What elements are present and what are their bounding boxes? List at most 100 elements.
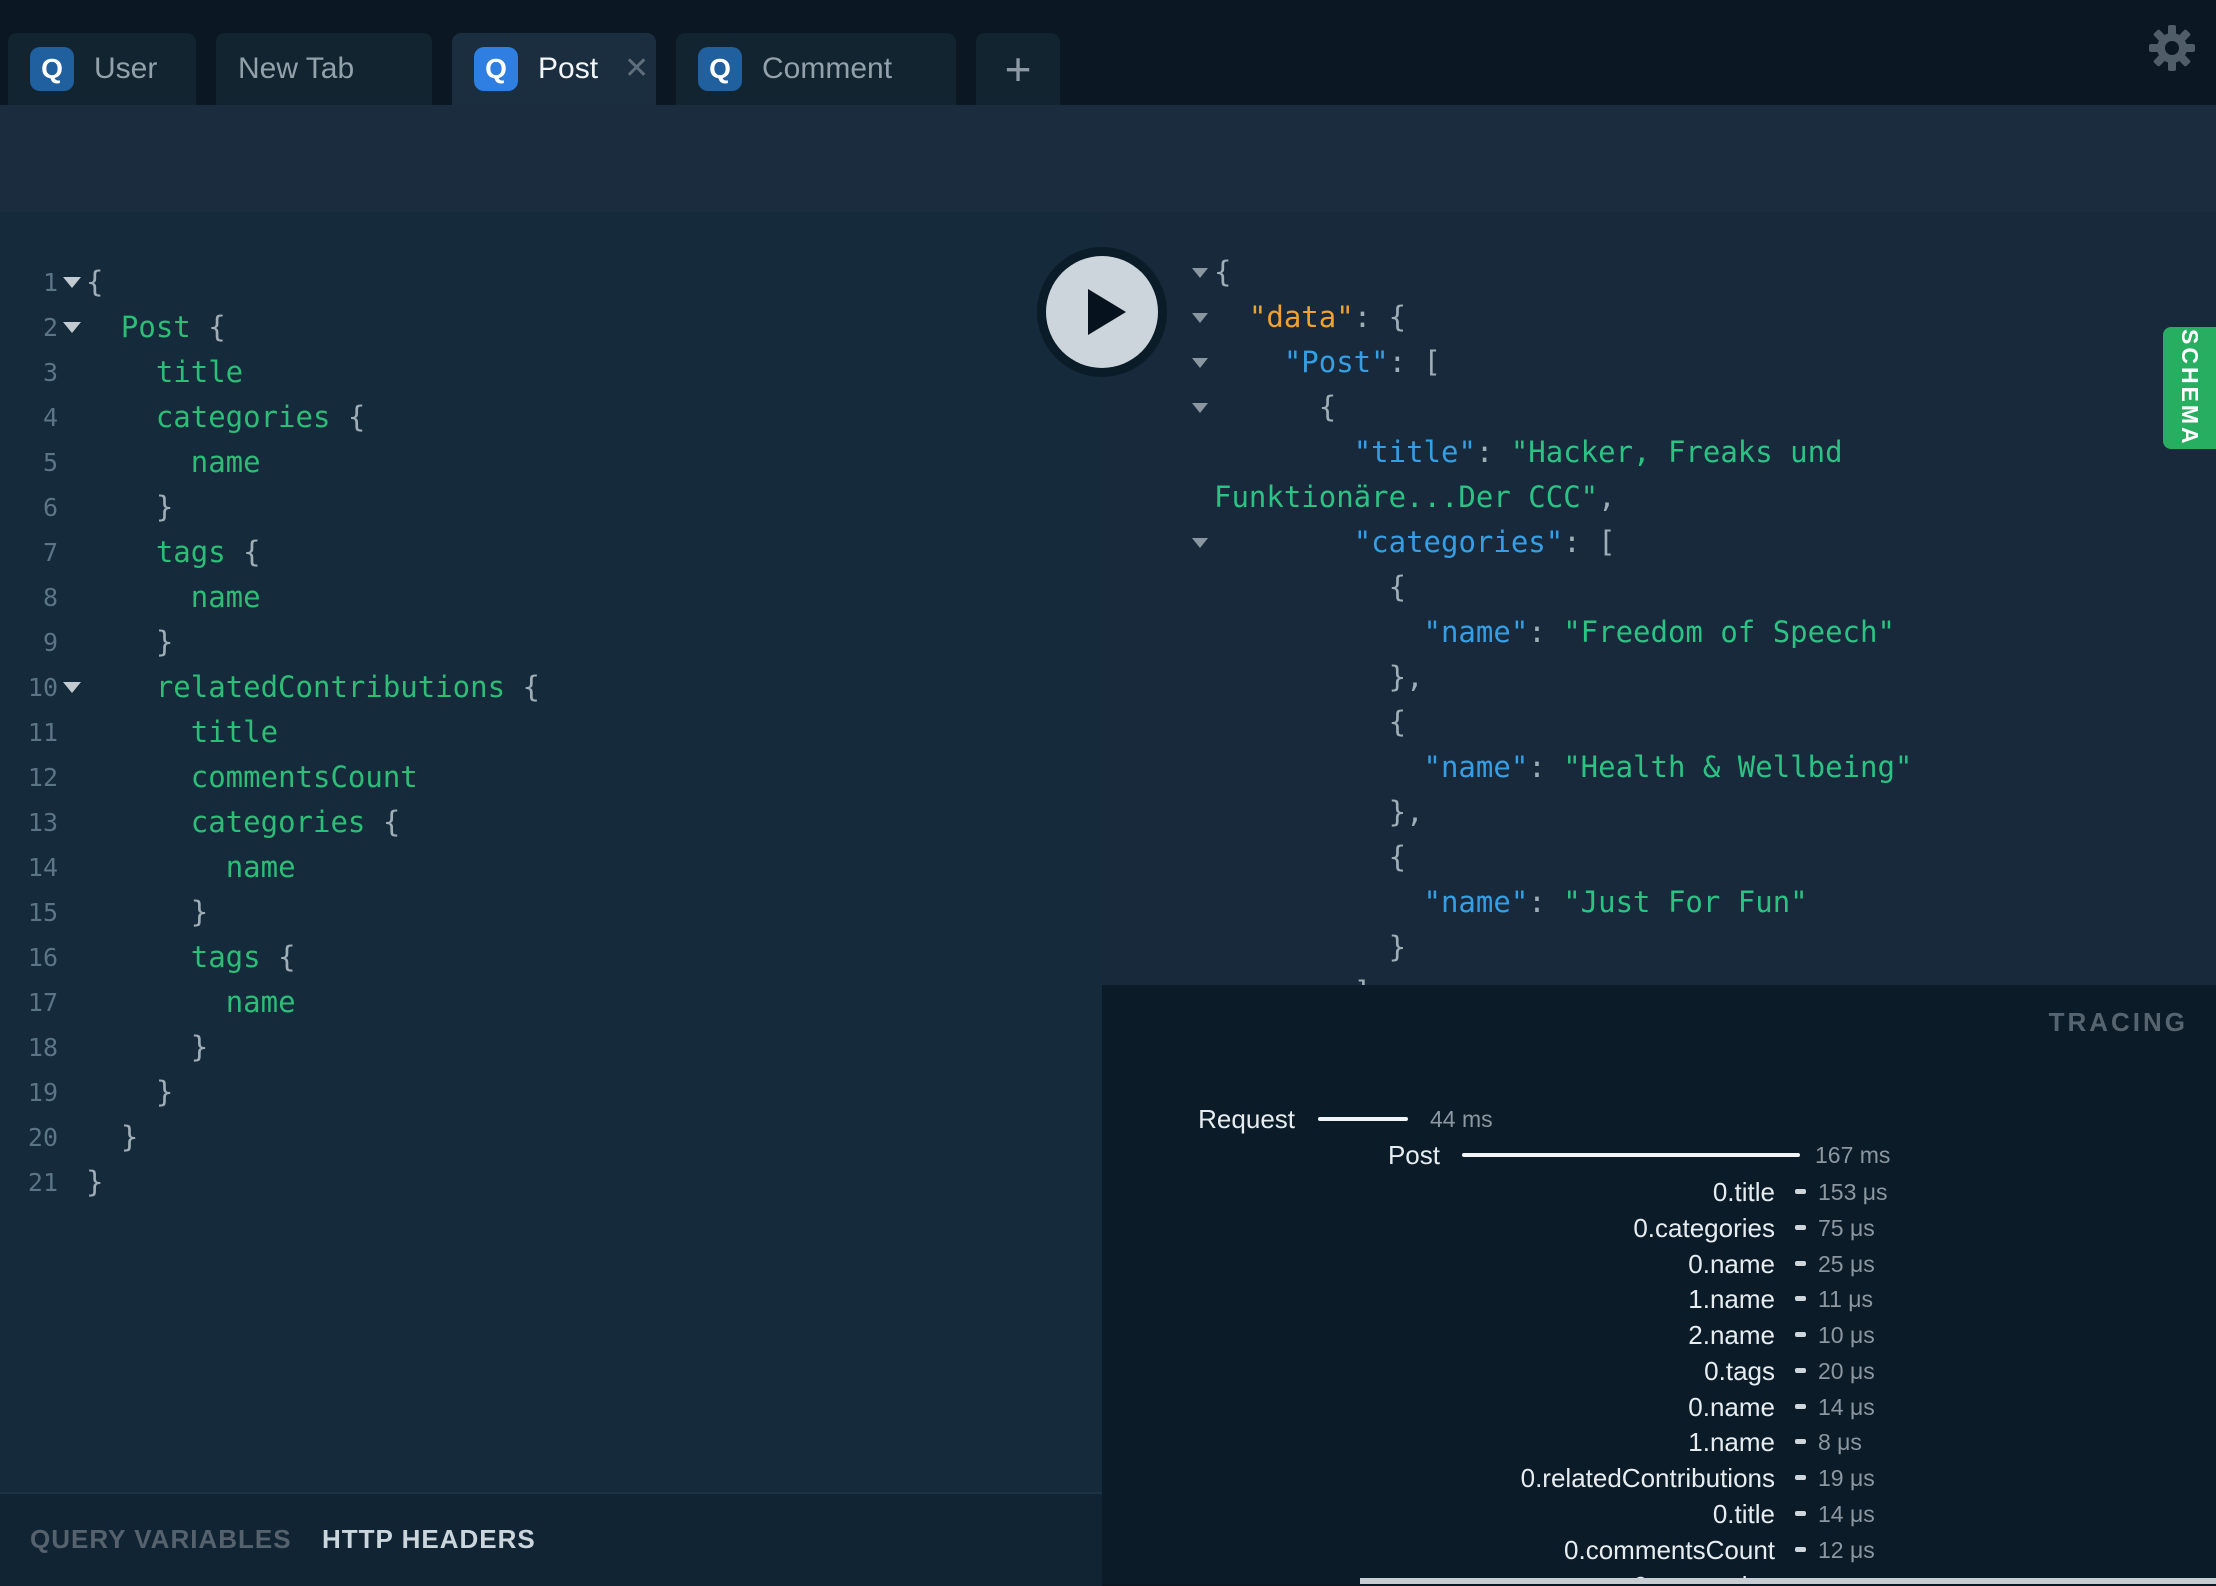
code-text: commentsCount (86, 755, 418, 800)
code-token: }, (1388, 795, 1424, 829)
schema-tab[interactable]: SCHEMA (2163, 327, 2216, 449)
code-token: } (86, 1120, 139, 1154)
settings-gear-icon[interactable] (2148, 24, 2196, 72)
code-token: }, (1388, 660, 1424, 694)
editor-line: 9 } (0, 620, 1102, 665)
code-text: name (86, 440, 261, 485)
trace-time: 75 μs (1818, 1215, 1875, 1241)
close-tab-icon[interactable]: ✕ (624, 54, 649, 84)
code-token: name (190, 445, 261, 479)
code-text: "name": "Health & Wellbeing" (1214, 745, 1913, 790)
chevron-down-icon (63, 277, 81, 288)
code-token: : (1528, 615, 1564, 649)
fold-arrow-icon[interactable] (1186, 250, 1214, 295)
editor-line: 19 } (0, 1070, 1102, 1115)
code-text: "name": "Freedom of Speech" (1214, 610, 1895, 655)
toolbar: PRETTIFY HISTORY COPY CURL SHARE PLAYGRO… (0, 105, 2216, 298)
code-text: tags { (86, 530, 261, 575)
code-token: } (1388, 930, 1407, 964)
code-token: "title" (1353, 435, 1476, 469)
code-token: { (1388, 570, 1407, 604)
response-pane[interactable]: { "data": { "Post": [ { "title": "Hacker… (1102, 212, 2216, 985)
fold-arrow-icon[interactable] (1186, 340, 1214, 385)
execute-query-button[interactable] (1037, 247, 1167, 377)
code-text: name (86, 845, 296, 890)
fold-arrow-icon[interactable] (58, 305, 86, 350)
editor-line: 14 name (0, 845, 1102, 890)
code-token: } (86, 895, 209, 929)
code-token: { (1318, 390, 1337, 424)
code-token: "Freedom of Speech" (1563, 615, 1895, 649)
query-badge-icon: Q (474, 47, 518, 91)
code-text: } (86, 1115, 138, 1160)
fold-arrow-icon[interactable] (58, 260, 86, 305)
tracing-panel[interactable]: TRACING Request 44 ms Post 167 ms 0.title 153… (1102, 985, 2216, 1584)
trace-label: 1.name (1688, 1284, 1775, 1314)
code-token: "Health & Wellbeing" (1563, 750, 1913, 784)
new-tab-button[interactable]: + (976, 33, 1060, 105)
tab-user[interactable]: Q User (8, 33, 196, 105)
response-line: { (1102, 835, 2216, 880)
code-text: tags { (86, 935, 296, 980)
fold-arrow-icon[interactable] (58, 665, 86, 710)
code-text: "title": "Hacker, Freaks und (1214, 430, 1843, 475)
chevron-down-icon (1192, 402, 1208, 413)
tab-post[interactable]: Q Post ✕ (452, 33, 656, 105)
trace-time: 11 μs (1818, 1286, 1874, 1312)
trace-label: 1.name (1688, 1427, 1775, 1457)
fold-arrow-icon[interactable] (1186, 385, 1214, 430)
trace-time: 14 μs (1818, 1501, 1875, 1527)
schema-tab-label: SCHEMA (2177, 329, 2203, 447)
code-text: name (86, 980, 296, 1025)
trace-time: 14 μs (1818, 1394, 1875, 1420)
code-text: ] (1214, 970, 1371, 985)
trace-row: 0.title 14 μs (1102, 1499, 2216, 1529)
query-badge-icon: Q (698, 47, 742, 91)
code-text: title (86, 710, 278, 755)
horizontal-scrollbar[interactable] (1360, 1578, 2216, 1584)
trace-label: 0.title (1712, 1499, 1775, 1529)
code-text: { (1214, 250, 1231, 295)
tab-new-tab[interactable]: New Tab (216, 33, 432, 105)
line-number: 5 (42, 448, 58, 477)
query-editor-pane[interactable]: 1{2 Post {3 title 4 categories {5 name 6 }… (0, 212, 1102, 1492)
fold-arrow-icon[interactable] (1186, 295, 1214, 340)
trace-dash (1795, 1189, 1806, 1194)
query-variables-tab[interactable]: QUERY VARIABLES (30, 1524, 292, 1555)
response-line: { (1102, 700, 2216, 745)
editor-line: 11 title (0, 710, 1102, 755)
line-number: 6 (42, 493, 58, 522)
trace-dash (1795, 1404, 1806, 1409)
trace-dash (1795, 1511, 1806, 1516)
code-token: : (1475, 435, 1511, 469)
trace-dash (1795, 1332, 1806, 1337)
line-number: 18 (27, 1033, 58, 1062)
trace-time: 20 μs (1818, 1358, 1875, 1384)
code-token: { (1214, 255, 1232, 289)
fold-arrow-icon[interactable] (1186, 520, 1214, 565)
tab-comment[interactable]: Q Comment (676, 33, 956, 105)
code-token: { (330, 400, 366, 434)
http-headers-tab[interactable]: HTTP HEADERS (322, 1524, 536, 1555)
response-line: "title": "Hacker, Freaks und (1102, 430, 2216, 475)
code-token: relatedContributions (155, 670, 506, 704)
